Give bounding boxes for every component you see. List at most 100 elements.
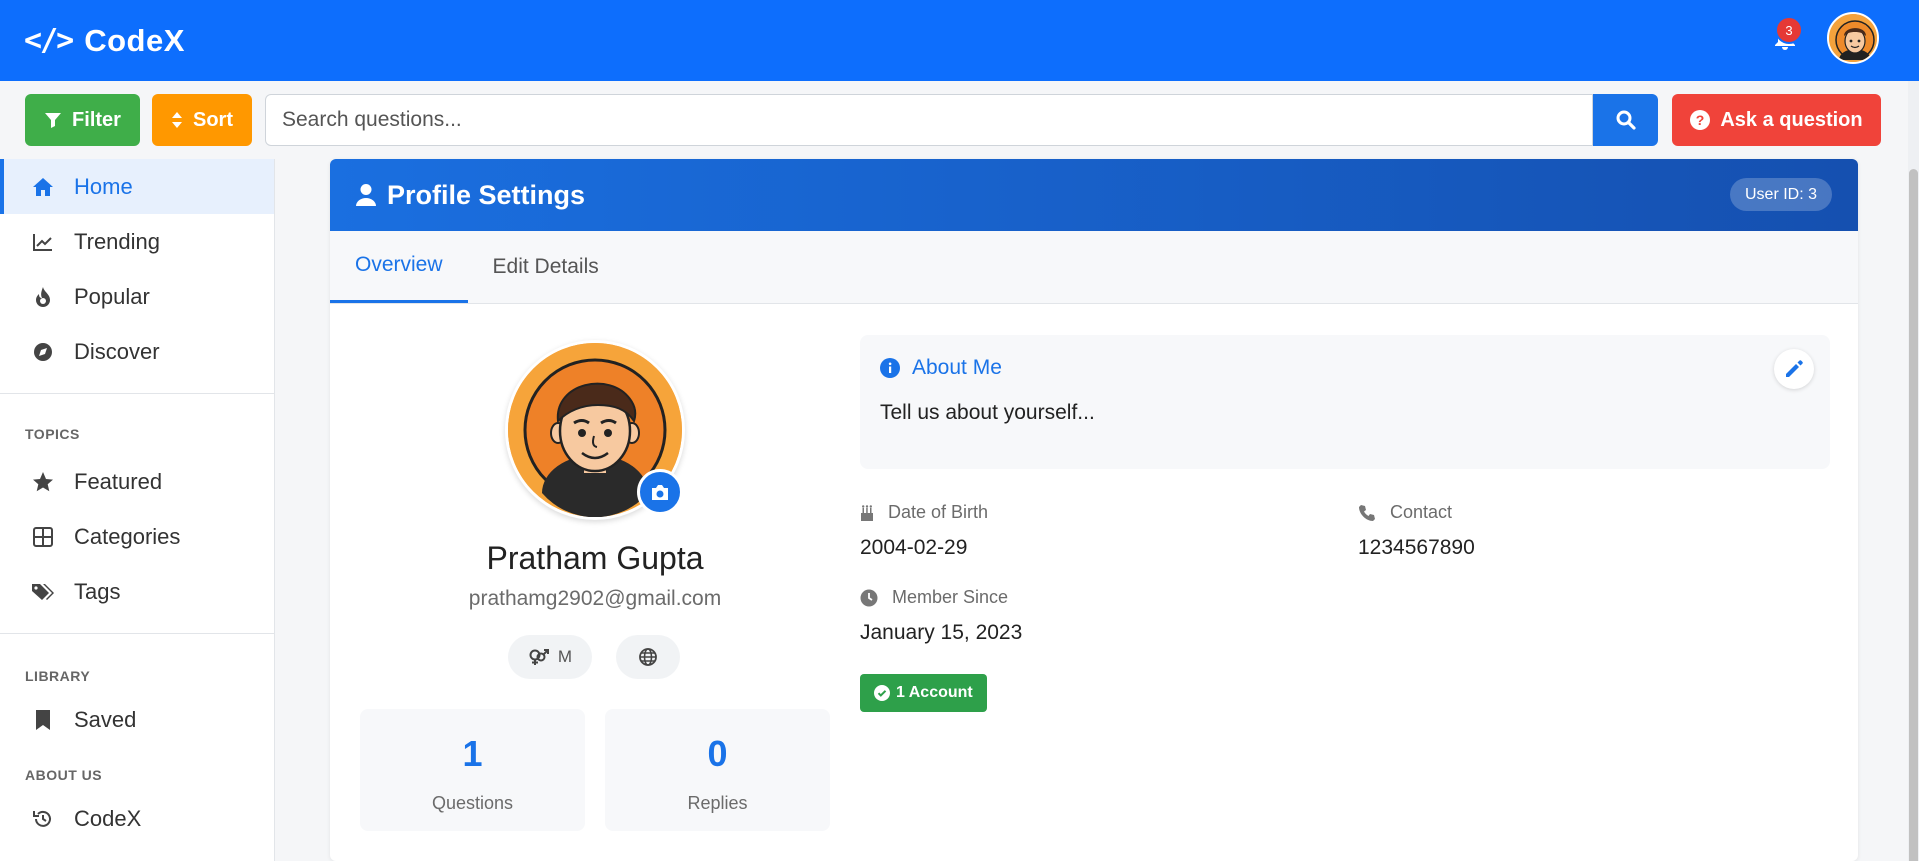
- contact-label-text: Contact: [1390, 502, 1453, 522]
- scrollbar-thumb[interactable]: [1909, 169, 1918, 861]
- dob-label: Date of Birth: [860, 502, 988, 523]
- camera-icon: [652, 484, 668, 500]
- panel-header: Profile Settings User ID: 3: [330, 159, 1858, 231]
- stat-value: 1: [462, 733, 483, 774]
- stat-label: Replies: [687, 793, 748, 813]
- action-toolbar: Filter Sort ? Ask a question: [0, 81, 1908, 159]
- check-circle-icon: [874, 685, 890, 701]
- search-button[interactable]: [1593, 94, 1658, 146]
- filter-label: Filter: [72, 108, 121, 131]
- clock-icon: [860, 589, 878, 606]
- birthday-cake-icon: [861, 504, 873, 521]
- member-since-value: January 15, 2023: [860, 621, 1023, 644]
- website-chip[interactable]: [616, 635, 680, 679]
- ask-question-label: Ask a question: [1720, 108, 1863, 131]
- compass-icon: [30, 339, 56, 365]
- pencil-icon: [1786, 360, 1803, 377]
- svg-text:?: ?: [1696, 112, 1705, 128]
- about-me-card: About Me Tell us about yourself...: [860, 335, 1830, 469]
- tags-icon: [30, 579, 56, 605]
- search-icon: [1616, 110, 1636, 130]
- sidebar-item-discover[interactable]: Discover: [0, 324, 274, 379]
- stat-value: 0: [707, 733, 728, 774]
- sidebar-item-label: Featured: [74, 468, 163, 494]
- grid-icon: [30, 524, 56, 550]
- gender-chip: M: [508, 635, 592, 679]
- about-me-heading: About Me: [880, 356, 1002, 380]
- bookmark-icon: [30, 707, 56, 733]
- profile-settings-panel: Profile Settings User ID: 3 Overview Edi…: [330, 159, 1858, 861]
- sidebar: Home Trending Popular Discover TOPICS Fe…: [0, 159, 275, 861]
- sort-label: Sort: [193, 108, 233, 131]
- sidebar-item-label: CodeX: [74, 805, 142, 831]
- star-icon: [30, 469, 56, 495]
- edit-about-button[interactable]: [1774, 349, 1814, 389]
- tab-overview[interactable]: Overview: [330, 230, 468, 303]
- fire-icon: [30, 284, 56, 310]
- sidebar-item-featured[interactable]: Featured: [0, 454, 274, 509]
- about-me-title: About Me: [912, 356, 1002, 379]
- sidebar-heading-topics: TOPICS: [25, 426, 80, 442]
- filter-icon: [45, 113, 62, 128]
- sidebar-item-codex[interactable]: CodeX: [0, 791, 274, 846]
- sidebar-item-label: Popular: [74, 283, 150, 309]
- avatar-illustration-icon: [1829, 14, 1877, 62]
- brand-logo[interactable]: </> CodeX: [24, 23, 185, 59]
- account-badge-label: 1 Account: [896, 684, 973, 701]
- sidebar-item-label: Discover: [74, 338, 160, 364]
- sidebar-item-saved[interactable]: Saved: [0, 692, 274, 747]
- gender-icon: [529, 649, 549, 665]
- brand-name: CodeX: [84, 22, 185, 58]
- sidebar-divider: [0, 633, 274, 634]
- search-field[interactable]: [265, 94, 1593, 146]
- page-scrollbar[interactable]: [1908, 81, 1919, 861]
- stat-replies: 0 Replies: [605, 709, 830, 831]
- ask-question-button[interactable]: ? Ask a question: [1672, 94, 1881, 146]
- notifications-button[interactable]: 3: [1765, 12, 1805, 64]
- history-icon: [30, 806, 56, 832]
- sort-button[interactable]: Sort: [152, 94, 252, 146]
- about-me-text: Tell us about yourself...: [880, 401, 1095, 424]
- profile-name: Pratham Gupta: [486, 540, 704, 576]
- user-icon: [356, 184, 376, 206]
- change-photo-button[interactable]: [637, 469, 683, 515]
- sidebar-item-home[interactable]: Home: [0, 159, 274, 214]
- sidebar-divider: [0, 393, 274, 394]
- stat-questions: 1 Questions: [360, 709, 585, 831]
- phone-icon: [1359, 504, 1375, 521]
- sidebar-heading-about: ABOUT US: [25, 767, 103, 783]
- contact-label: Contact: [1358, 502, 1452, 523]
- info-icon: [880, 358, 900, 378]
- sidebar-item-categories[interactable]: Categories: [0, 509, 274, 564]
- gender-value: M: [557, 647, 573, 666]
- account-badge: 1 Account: [860, 674, 987, 712]
- profile-email: prathamg2902@gmail.com: [468, 587, 722, 610]
- sidebar-item-label: Saved: [74, 706, 137, 732]
- sidebar-item-label: Trending: [74, 228, 161, 254]
- sidebar-item-popular[interactable]: Popular: [0, 269, 274, 324]
- sidebar-item-tags[interactable]: Tags: [0, 564, 274, 619]
- top-navbar: </> CodeX 3: [0, 0, 1919, 81]
- filter-button[interactable]: Filter: [25, 94, 140, 146]
- profile-tabs: Overview Edit Details: [330, 231, 1858, 304]
- trending-icon: [30, 229, 56, 255]
- contact-value: 1234567890: [1358, 536, 1475, 559]
- sidebar-item-label: Categories: [74, 523, 181, 549]
- notification-count-badge: 3: [1775, 16, 1803, 44]
- stat-label: Questions: [431, 793, 514, 813]
- sidebar-item-label: Tags: [74, 578, 121, 604]
- sidebar-heading-library: LIBRARY: [25, 668, 91, 684]
- member-since-label-text: Member Since: [892, 587, 1009, 607]
- sidebar-item-label: Home: [74, 173, 133, 199]
- sidebar-item-trending[interactable]: Trending: [0, 214, 274, 269]
- code-icon: </>: [24, 23, 74, 58]
- user-avatar[interactable]: [1827, 12, 1879, 64]
- page-title: Profile Settings: [387, 179, 586, 210]
- sort-icon: [172, 112, 182, 128]
- tab-edit-details[interactable]: Edit Details: [468, 230, 624, 303]
- dob-value: 2004-02-29: [860, 536, 968, 559]
- dob-label-text: Date of Birth: [888, 502, 989, 522]
- member-since-label: Member Since: [860, 587, 1008, 608]
- search-input[interactable]: [266, 95, 1592, 145]
- home-icon: [30, 174, 56, 200]
